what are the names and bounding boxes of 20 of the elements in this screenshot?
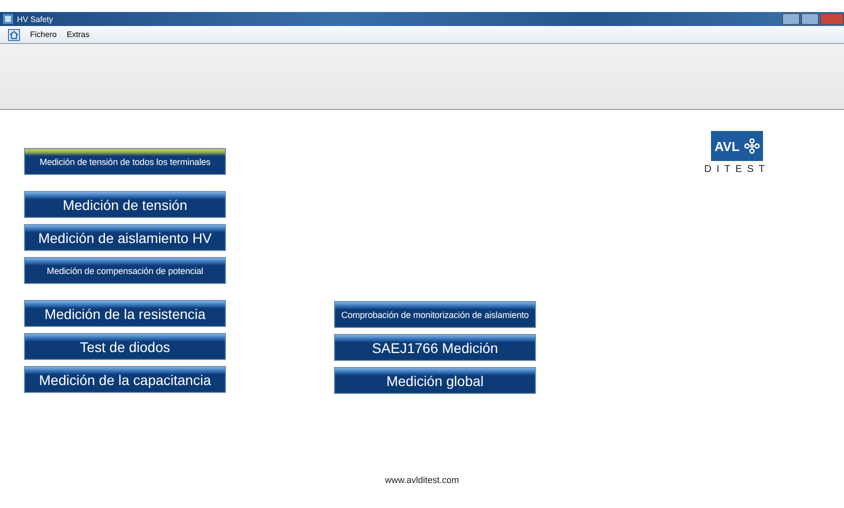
menu-item[interactable]: Extras	[66, 30, 90, 39]
measurement-button[interactable]: Medición de aislamiento HV	[24, 224, 226, 251]
measurement-button[interactable]: SAEJ1766 Medición	[334, 334, 536, 361]
window-title: HV Safety	[17, 14, 54, 24]
app-icon	[3, 14, 13, 24]
measurement-button[interactable]: Medición de compensación de potencial	[24, 257, 226, 284]
measurement-button[interactable]: Medición de tensión	[24, 191, 226, 218]
measurement-button[interactable]: Test de diodos	[24, 333, 226, 360]
measurement-button[interactable]: Medición de la resistencia	[24, 300, 226, 327]
home-icon[interactable]	[8, 28, 20, 40]
logo-badge: AVL	[711, 131, 763, 161]
logo-subtitle: DITEST	[704, 164, 770, 175]
maximize-button[interactable]	[801, 13, 819, 25]
menu-item[interactable]: Fichero	[30, 30, 57, 39]
measurement-button[interactable]: Medición de tensión de todos los terminales	[24, 148, 226, 175]
measurement-button[interactable]: Medición de la capacitancia	[24, 366, 226, 393]
measurement-button[interactable]: Medición global	[334, 367, 536, 394]
measurement-button[interactable]: Comprobación de monitorización de aislamiento	[334, 301, 536, 328]
minimize-button[interactable]	[782, 13, 800, 25]
website-link[interactable]: www.avlditest.com	[384, 475, 460, 485]
